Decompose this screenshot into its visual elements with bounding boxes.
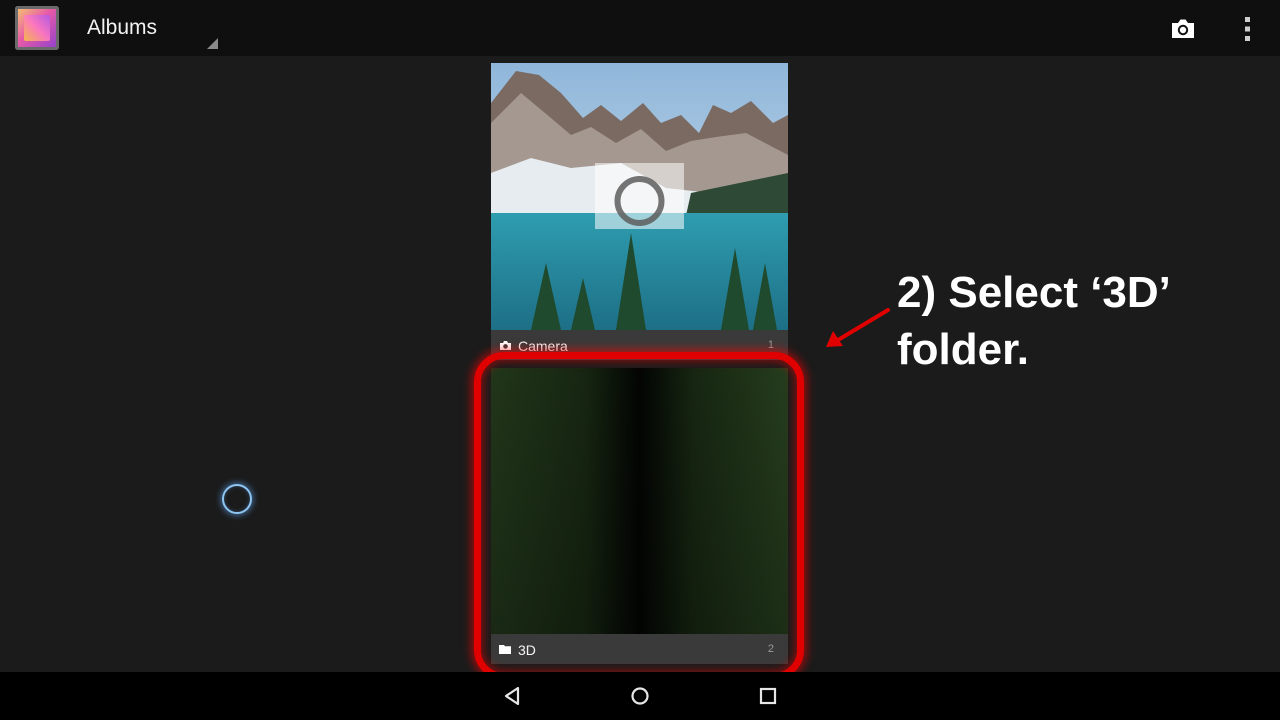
gallery-app-icon[interactable] — [15, 6, 59, 50]
tutorial-instruction: 2) Select ‘3D’ folder. — [897, 264, 1171, 378]
recent-apps-icon[interactable] — [755, 684, 781, 708]
camera-icon — [500, 341, 511, 350]
touch-indicator — [222, 484, 252, 514]
home-icon[interactable] — [627, 684, 653, 708]
spinner-triangle-icon[interactable] — [207, 38, 218, 49]
tutorial-instruction-line2: folder. — [897, 325, 1030, 374]
camera-icon[interactable] — [1166, 12, 1200, 46]
tutorial-instruction-line1: 2) Select ‘3D’ — [897, 268, 1171, 317]
back-icon[interactable] — [499, 684, 525, 708]
overflow-menu-icon[interactable] — [1236, 12, 1260, 46]
album-camera[interactable]: Camera 1 — [491, 63, 788, 360]
tutorial-arrow-icon — [826, 308, 890, 347]
tutorial-highlight-box — [474, 352, 804, 680]
action-bar: Albums — [0, 0, 1280, 56]
action-bar-title[interactable]: Albums — [87, 16, 157, 40]
album-camera-count: 1 — [767, 339, 774, 351]
album-camera-thumbnail — [491, 63, 788, 330]
